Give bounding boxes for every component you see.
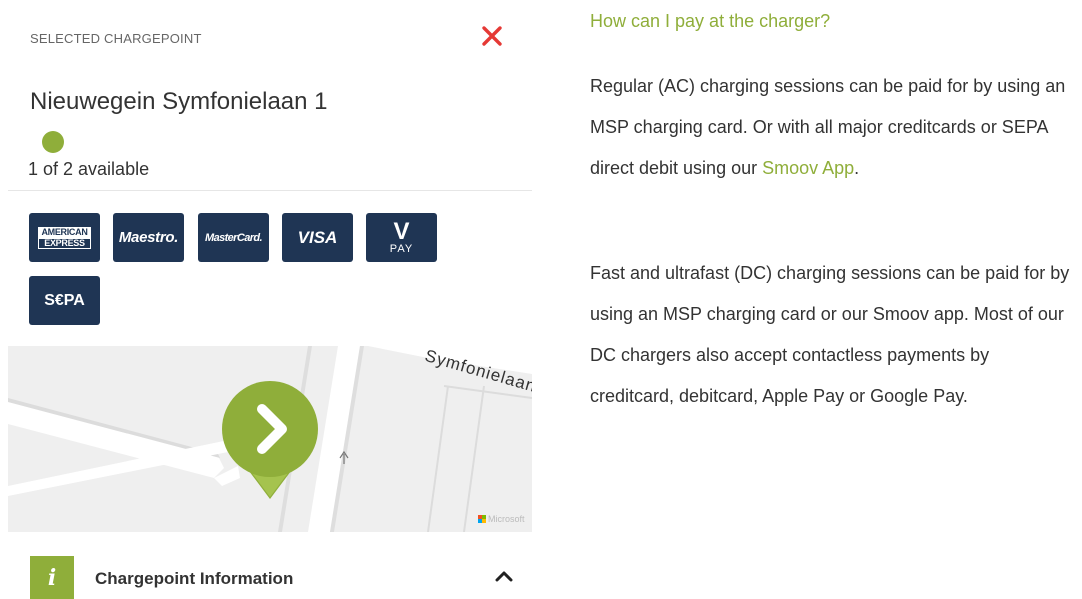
sepa-card-logo: S€PA (29, 276, 100, 325)
close-icon (482, 26, 502, 46)
mastercard-card-logo: MasterCard. (198, 213, 269, 262)
availability-status-dot (42, 131, 64, 153)
vpay-sub: PAY (389, 242, 414, 255)
chargepoint-map-pin[interactable] (222, 381, 318, 501)
visa-card-logo: VISA (282, 213, 353, 262)
maestro-label: Maestro. (118, 229, 179, 246)
info-icon: i (30, 556, 74, 599)
vpay-card-logo: V PAY (366, 213, 437, 262)
collapse-toggle[interactable] (493, 568, 515, 584)
faq-answer-ac-end: . (854, 158, 860, 178)
chevron-right-icon (222, 381, 318, 499)
map-view[interactable]: Symfonielaan Microsoft (8, 346, 532, 532)
microsoft-logo-icon (478, 515, 486, 523)
faq-answer-dc: Fast and ultrafast (DC) charging session… (590, 263, 1070, 406)
amex-card-logo: AMERICAN EXPRESS (29, 213, 100, 262)
faq-question: How can I pay at the charger? (590, 11, 831, 31)
close-button[interactable] (480, 24, 504, 48)
faq-answer-ac: Regular (AC) charging sessions can be pa… (590, 66, 1070, 189)
maestro-card-logo: Maestro. (113, 213, 184, 262)
visa-label: VISA (297, 227, 338, 247)
chargepoint-info-title: Chargepoint Information (95, 569, 294, 588)
chargepoint-panel: SELECTED CHARGEPOINT Nieuwegein Symfonie… (8, 0, 532, 599)
vpay-label: V (393, 217, 410, 245)
chargepoint-info-header[interactable]: i Chargepoint Information (8, 556, 532, 599)
divider (8, 190, 532, 191)
microsoft-attribution-text: Microsoft (488, 514, 525, 524)
selected-chargepoint-label: SELECTED CHARGEPOINT (30, 31, 202, 46)
info-icon-letter: i (47, 564, 57, 591)
chargepoint-name: Nieuwegein Symfonielaan 1 (30, 88, 328, 115)
microsoft-attribution: Microsoft (478, 514, 525, 524)
chevron-up-icon (495, 571, 513, 582)
mastercard-label: MasterCard. (205, 231, 263, 244)
amex-line2: EXPRESS (38, 237, 91, 249)
smoov-app-link[interactable]: Smoov App (762, 158, 854, 178)
amex-line1: AMERICAN (38, 226, 91, 238)
availability-text: 1 of 2 available (28, 159, 150, 179)
sepa-label: S€PA (44, 291, 85, 309)
